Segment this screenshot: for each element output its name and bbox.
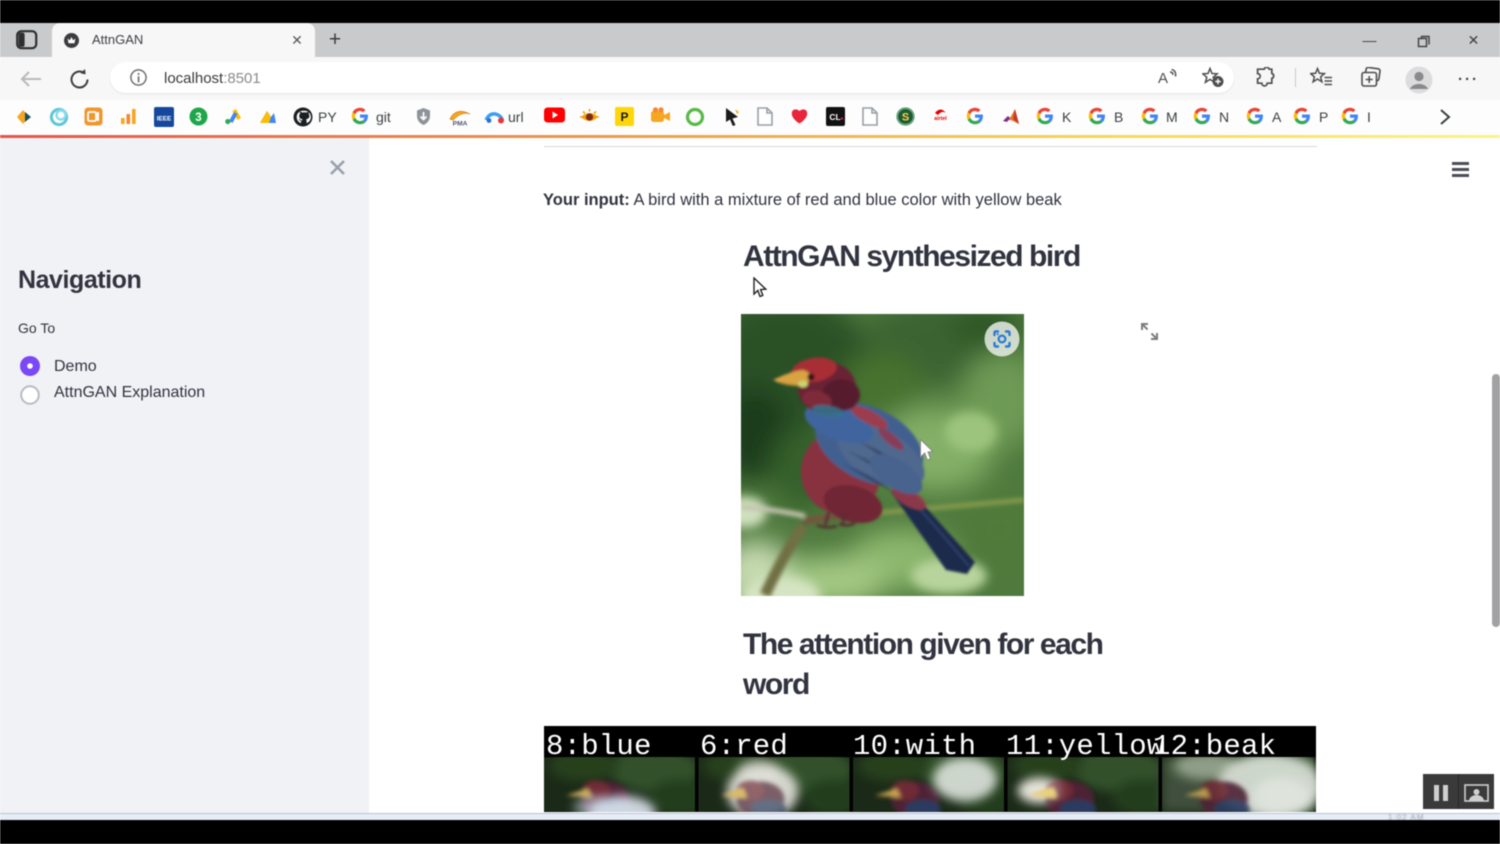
svg-text:P: P: [620, 110, 628, 124]
svg-text:3: 3: [195, 112, 201, 124]
svg-text:CL: CL: [829, 112, 840, 122]
svg-text:S: S: [902, 112, 909, 124]
svg-text:A: A: [1158, 70, 1168, 86]
svg-text:IEEE: IEEE: [157, 116, 172, 123]
svg-text:PMA: PMA: [453, 121, 468, 128]
svg-text:airtel: airtel: [934, 116, 947, 122]
